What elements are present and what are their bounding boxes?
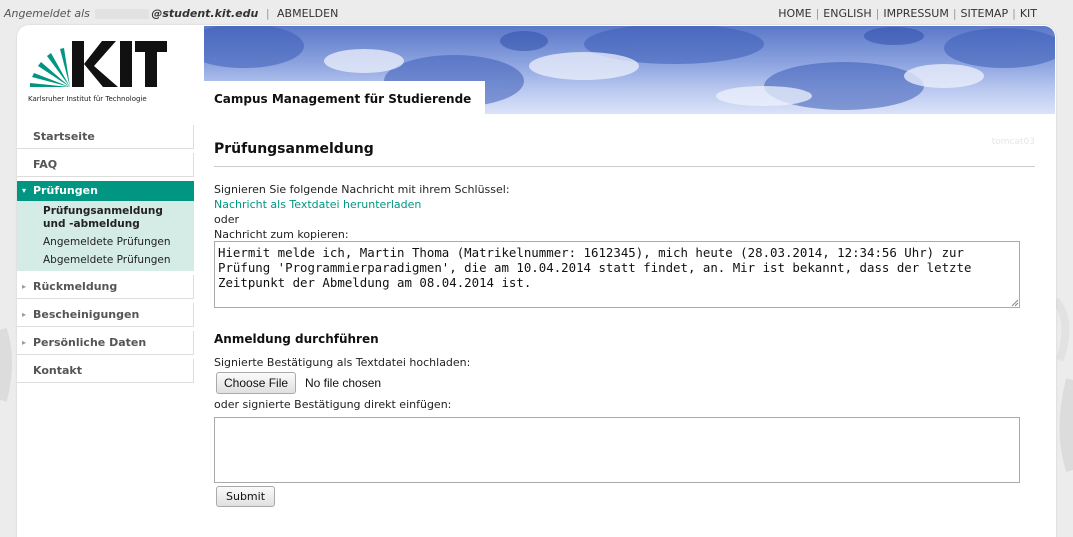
banner-title-tab: Campus Management für Studierende — [204, 81, 485, 114]
paste-prompt: oder signierte Bestätigung direkt einfüg… — [214, 398, 452, 411]
kit-logo[interactable]: Karlsruher Institut für Technologie — [28, 37, 178, 107]
top-bar: Angemeldet als @student.kit.edu | ABMELD… — [0, 0, 1073, 26]
copy-prompt: Nachricht zum kopieren: — [214, 228, 349, 241]
sidebar-item-persoenliche-daten[interactable]: ▸ Persönliche Daten — [17, 331, 194, 355]
page-title: Prüfungsanmeldung — [214, 141, 374, 157]
nav-english[interactable]: ENGLISH — [823, 7, 871, 20]
chevron-down-icon: ▾ — [22, 186, 27, 195]
upload-prompt: Signierte Bestätigung als Textdatei hoch… — [214, 356, 471, 369]
main-content: tomcat03 Prüfungsanmeldung Signieren Sie… — [204, 125, 1045, 537]
sidebar-subnav: Prüfungsanmeldung und -abmeldung Angemel… — [17, 201, 194, 271]
sidebar-item-bescheinigungen[interactable]: ▸ Bescheinigungen — [17, 303, 194, 327]
sidebar-item-rueckmeldung[interactable]: ▸ Rückmeldung — [17, 275, 194, 299]
top-nav: HOME | ENGLISH | IMPRESSUM | SITEMAP | KIT — [778, 7, 1037, 20]
nav-home[interactable]: HOME — [778, 7, 811, 20]
signature-textarea[interactable] — [214, 417, 1020, 483]
logo-caption: Karlsruher Institut für Technologie — [28, 95, 147, 103]
subnav-item-angemeldete[interactable]: Angemeldete Prüfungen — [43, 236, 194, 249]
file-status: No file chosen — [305, 376, 382, 390]
sidebar-item-pruefungen[interactable]: ▾ Prüfungen — [17, 181, 194, 201]
chevron-right-icon: ▸ — [22, 310, 27, 319]
nav-impressum[interactable]: IMPRESSUM — [883, 7, 948, 20]
site-title: Campus Management für Studierende — [214, 92, 472, 106]
sign-prompt: Signieren Sie folgende Nachricht mit ihr… — [214, 183, 510, 196]
choose-file-button[interactable]: Choose File — [216, 372, 297, 394]
kit-logo-icon — [30, 41, 167, 87]
resize-handle-icon[interactable] — [1011, 299, 1019, 307]
subnav-item-abgemeldete[interactable]: Abgemeldete Prüfungen — [43, 254, 194, 267]
chevron-right-icon: ▸ — [22, 338, 27, 347]
redacted-username — [95, 9, 150, 19]
sidebar-item-kontakt[interactable]: Kontakt — [17, 359, 194, 383]
download-message-link[interactable]: Nachricht als Textdatei herunterladen — [214, 198, 421, 211]
message-textarea[interactable]: Hiermit melde ich, Martin Thoma (Matrike… — [214, 241, 1020, 308]
subnav-item-anmeldung[interactable]: Prüfungsanmeldung und -abmeldung — [43, 205, 188, 231]
section-title: Anmeldung durchführen — [214, 332, 379, 346]
or-text: oder — [214, 213, 240, 226]
logout-link[interactable]: ABMELDEN — [277, 7, 338, 20]
sidebar-item-faq[interactable]: FAQ — [17, 153, 194, 177]
submit-button[interactable]: Submit — [216, 486, 276, 507]
nav-kit[interactable]: KIT — [1020, 7, 1037, 20]
separator: | — [265, 7, 270, 20]
login-info: Angemeldet als @student.kit.edu | ABMELD… — [4, 7, 338, 20]
login-email: @student.kit.edu — [151, 7, 259, 20]
login-prefix: Angemeldet als — [4, 7, 90, 20]
divider — [214, 166, 1035, 167]
chevron-right-icon: ▸ — [22, 282, 27, 291]
nav-sitemap[interactable]: SITEMAP — [961, 7, 1009, 20]
server-label: tomcat03 — [991, 137, 1035, 147]
sidebar: Startseite FAQ ▾ Prüfungen Prüfungsanmel… — [17, 125, 194, 387]
sidebar-item-startseite[interactable]: Startseite — [17, 125, 194, 149]
